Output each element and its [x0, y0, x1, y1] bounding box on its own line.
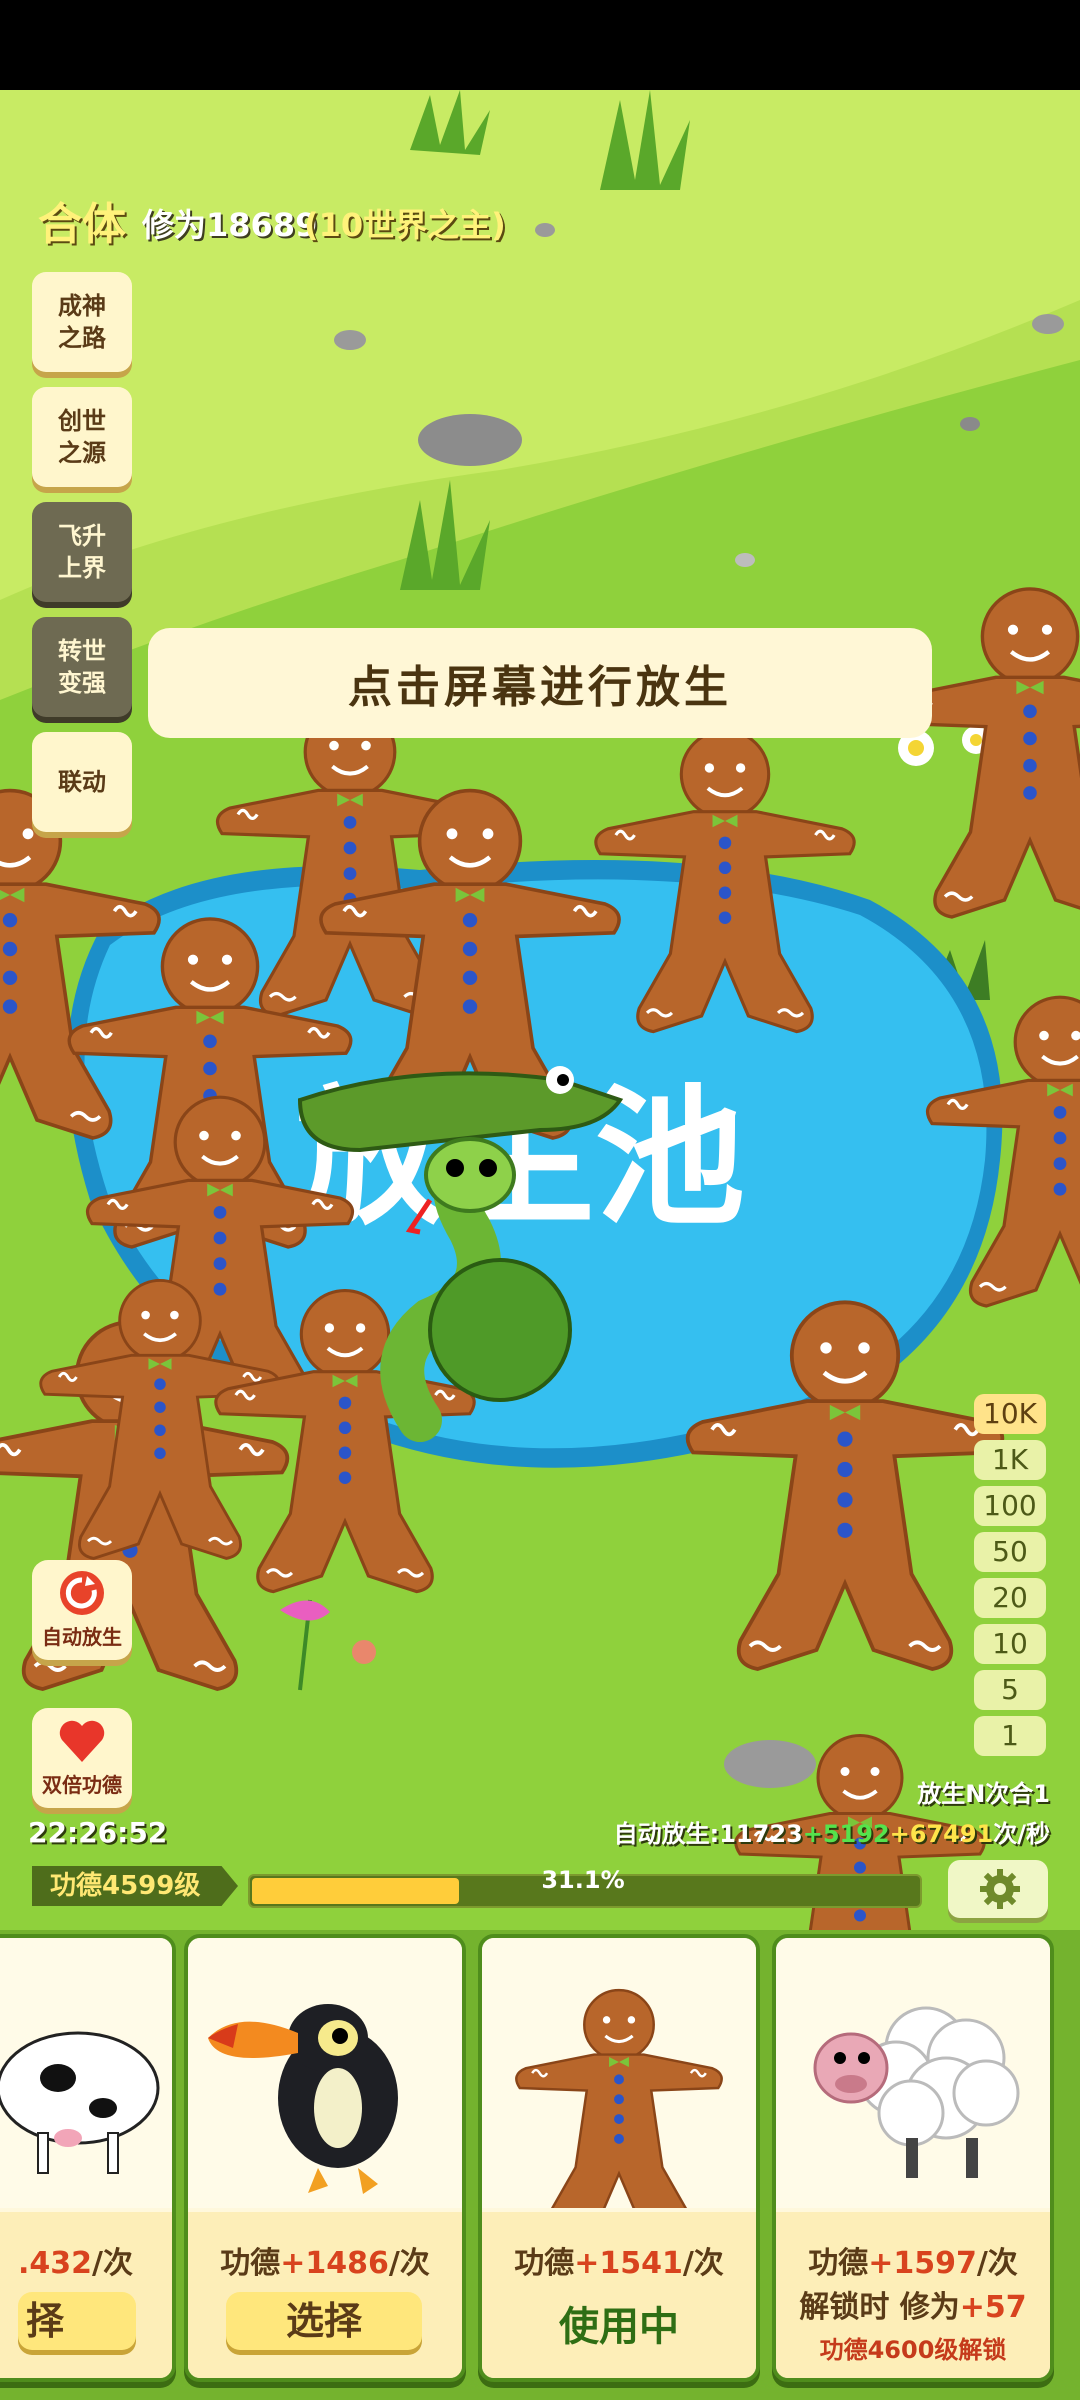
system-status-bar — [0, 0, 1080, 90]
in-use-status: 使用中 — [559, 2304, 679, 2350]
toucan-select-button[interactable]: 选择 — [226, 2292, 422, 2350]
cultivation-value: 修为18689 — [142, 206, 318, 244]
quantity-option-1k[interactable]: 1K — [974, 1440, 1046, 1480]
menu-button-path-to-godhood[interactable]: 成神 之路 — [32, 272, 132, 372]
animal-card-carousel[interactable]: .432/次 择 功德+1486/次 选择 功德+1541/次 使用中 功德+1… — [0, 1930, 1080, 2400]
release-n-combine-label: 放生N次合1 — [917, 1780, 1050, 1808]
sheep-unlock-requirement: 功德4600级解锁 — [819, 2336, 1007, 2364]
sheep-merit: 功德+1597/次 — [808, 2246, 1018, 2281]
toucan-merit: 功德+1486/次 — [220, 2246, 430, 2281]
auto-release-rate: 自动放生:11723+5192+67491次/秒 — [614, 1814, 1050, 1849]
refresh-icon — [60, 1571, 104, 1615]
heart-icon — [59, 1720, 105, 1762]
quantity-option-5[interactable]: 5 — [974, 1670, 1046, 1710]
gingerbread-merit: 功德+1541/次 — [514, 2246, 724, 2281]
auto-rate-bonus2: +67491 — [889, 1820, 994, 1848]
animal-card-toucan[interactable]: 功德+1486/次 选择 — [184, 1934, 466, 2382]
auto-rate-unit: 次/秒 — [993, 1820, 1050, 1848]
gear-icon — [980, 1869, 1020, 1909]
animal-card-cow[interactable]: .432/次 择 — [0, 1934, 176, 2382]
animal-card-gingerbread[interactable]: 功德+1541/次 使用中 — [478, 1934, 760, 2382]
sheep-unlock-bonus: 解锁时 修为+57 — [799, 2290, 1027, 2325]
double-merit-button[interactable]: 双倍功德 — [32, 1708, 132, 1808]
menu-button-reincarnate[interactable]: 转世 变强 — [32, 617, 132, 717]
countdown-timer: 22:26:52 — [28, 1816, 168, 1849]
cow-merit: .432/次 — [18, 2246, 133, 2281]
settings-button[interactable] — [948, 1860, 1048, 1918]
world-title: (10世界之主) — [304, 206, 506, 244]
tap-hint-banner: 点击屏幕进行放生 — [148, 628, 932, 738]
menu-button-collab[interactable]: 联动 — [32, 732, 132, 832]
quantity-option-100[interactable]: 100 — [974, 1486, 1046, 1526]
auto-rate-base: 自动放生:11723 — [613, 1820, 803, 1848]
auto-release-button[interactable]: 自动放生 — [32, 1560, 132, 1660]
cow-illustration — [0, 1938, 172, 2208]
animal-card-sheep[interactable]: 功德+1597/次 解锁时 修为+57 功德4600级解锁 — [772, 1934, 1054, 2382]
cow-select-button[interactable]: 择 — [18, 2292, 136, 2350]
quantity-option-1[interactable]: 1 — [974, 1716, 1046, 1756]
quantity-option-50[interactable]: 50 — [974, 1532, 1046, 1572]
quantity-option-10[interactable]: 10 — [974, 1624, 1046, 1664]
gingerbread-illustration — [482, 1938, 756, 2231]
auto-rate-bonus1: +5192 — [802, 1820, 890, 1848]
realm-label: 合体 — [38, 199, 126, 250]
quantity-option-20[interactable]: 20 — [974, 1578, 1046, 1618]
merit-level-tag: 功德4599级 — [32, 1866, 238, 1906]
toucan-illustration — [188, 1938, 462, 2208]
quantity-option-10k[interactable]: 10K — [974, 1394, 1046, 1434]
menu-button-creation-source[interactable]: 创世 之源 — [32, 387, 132, 487]
sheep-illustration — [776, 1938, 1050, 2208]
double-merit-label: 双倍功德 — [42, 1773, 122, 1797]
merit-progress-text: 31.1% — [541, 1866, 625, 1894]
menu-button-ascend[interactable]: 飞升 上界 — [32, 502, 132, 602]
auto-release-label: 自动放生 — [42, 1625, 122, 1649]
